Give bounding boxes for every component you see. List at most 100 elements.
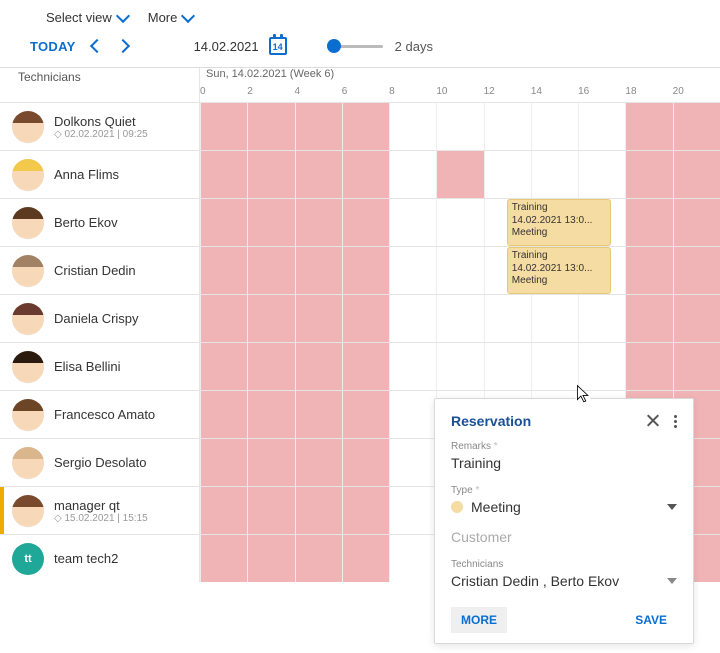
customer-field[interactable]: Customer [451,529,677,545]
close-icon[interactable] [646,414,660,428]
timeline-cell[interactable] [295,151,342,198]
timeline-cell[interactable] [247,439,294,486]
timeline-cell[interactable] [389,199,436,246]
timeline-cell[interactable] [295,487,342,534]
timeline-cell[interactable] [531,151,578,198]
technicians-field[interactable]: Technicians Cristian Dedin , Berto Ekov [451,559,677,589]
timeline-cell[interactable] [531,343,578,390]
timeline-cell[interactable] [484,151,531,198]
timeline-cell[interactable] [200,151,247,198]
reservation-event[interactable]: Training14.02.2021 13:0...Meeting [507,199,611,246]
timeline-row[interactable]: Training14.02.2021 13:0...Meeting [200,199,720,246]
timeline-cell[interactable] [342,343,389,390]
timeline-cell[interactable] [200,103,247,150]
timeline-cell[interactable] [247,535,294,582]
timeline-cell[interactable] [342,487,389,534]
timeline-cell[interactable] [295,295,342,342]
timeline-cell[interactable] [247,487,294,534]
timeline-cell[interactable] [625,199,672,246]
timeline-cell[interactable] [200,247,247,294]
timeline-cell[interactable] [342,391,389,438]
overflow-menu-icon[interactable] [674,415,677,428]
timeline-cell[interactable] [342,151,389,198]
timeline-cell[interactable] [247,391,294,438]
timeline-cell[interactable] [531,103,578,150]
timeline-cell[interactable] [295,391,342,438]
timeline-cell[interactable] [342,103,389,150]
timeline-cell[interactable] [247,103,294,150]
technician-cell[interactable]: Dolkons Quiet◇ 02.02.2021 | 09:25 [0,103,200,150]
timeline-cell[interactable] [578,343,625,390]
timeline-cell[interactable] [673,199,720,246]
today-button[interactable]: TODAY [30,39,76,54]
timeline-cell[interactable] [484,343,531,390]
technician-cell[interactable]: ttteam tech2 [0,535,200,582]
timeline-cell[interactable] [436,103,483,150]
timeline-row[interactable] [200,103,720,150]
type-field[interactable]: Type * Meeting [451,485,677,515]
timeline-cell[interactable] [342,199,389,246]
timeline-cell[interactable] [342,247,389,294]
timeline-cell[interactable] [578,295,625,342]
timeline-cell[interactable] [673,295,720,342]
timeline-cell[interactable] [484,103,531,150]
timeline-cell[interactable] [342,535,389,582]
prev-arrow-icon[interactable] [90,39,104,53]
timeline-cell[interactable] [673,247,720,294]
more-button[interactable]: MORE [451,607,507,633]
timeline-row[interactable] [200,151,720,198]
timeline-cell[interactable] [436,151,483,198]
technician-cell[interactable]: Francesco Amato [0,391,200,438]
timeline-cell[interactable] [295,439,342,486]
timeline-cell[interactable] [200,343,247,390]
timeline-cell[interactable] [389,535,436,582]
select-view-dropdown[interactable]: Select view [46,10,128,25]
timeline-cell[interactable] [625,295,672,342]
timeline-cell[interactable] [295,199,342,246]
timeline-cell[interactable] [625,247,672,294]
timeline-cell[interactable] [200,199,247,246]
technician-cell[interactable]: Berto Ekov [0,199,200,246]
timeline-row[interactable] [200,343,720,390]
technician-cell[interactable]: Daniela Crispy [0,295,200,342]
remarks-field[interactable]: Remarks * Training [451,441,677,471]
technician-cell[interactable]: Cristian Dedin [0,247,200,294]
timeline-row[interactable] [200,295,720,342]
timeline-cell[interactable] [436,343,483,390]
slider-thumb[interactable] [327,39,341,53]
timeline-cell[interactable] [342,295,389,342]
timeline-cell[interactable] [578,151,625,198]
timeline-cell[interactable] [673,151,720,198]
timeline-cell[interactable] [436,199,483,246]
timeline-cell[interactable] [247,295,294,342]
timeline-cell[interactable] [200,295,247,342]
timeline-cell[interactable] [247,151,294,198]
timeline-cell[interactable] [625,343,672,390]
timeline-cell[interactable] [389,439,436,486]
timeline-cell[interactable] [625,151,672,198]
timeline-cell[interactable] [342,439,389,486]
timeline-cell[interactable] [673,103,720,150]
timeline-cell[interactable] [295,343,342,390]
timeline-cell[interactable] [673,343,720,390]
timeline-cell[interactable] [247,199,294,246]
timeline-cell[interactable] [247,247,294,294]
next-arrow-icon[interactable] [116,39,130,53]
timeline-cell[interactable] [531,295,578,342]
timeline-cell[interactable] [295,247,342,294]
timeline-cell[interactable] [436,295,483,342]
timeline-cell[interactable] [389,103,436,150]
technician-cell[interactable]: Elisa Bellini [0,343,200,390]
timeline-cell[interactable] [389,343,436,390]
timeline-cell[interactable] [200,535,247,582]
timeline-cell[interactable] [389,151,436,198]
timeline-cell[interactable] [578,103,625,150]
timeline-cell[interactable] [625,103,672,150]
timeline-row[interactable]: Training14.02.2021 13:0...Meeting [200,247,720,294]
more-dropdown[interactable]: More [148,10,194,25]
reservation-event[interactable]: Training14.02.2021 13:0...Meeting [507,247,611,294]
timeline-cell[interactable] [389,295,436,342]
timeline-cell[interactable] [389,391,436,438]
timeline-cell[interactable] [436,247,483,294]
technician-cell[interactable]: Anna Flims [0,151,200,198]
